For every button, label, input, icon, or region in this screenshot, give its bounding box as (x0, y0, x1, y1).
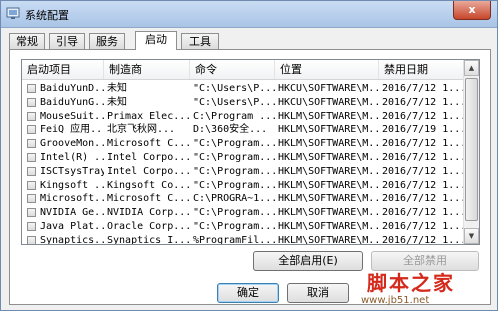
system-config-window: 系统配置 x 常规 引导 服务 启动 工具 启动项目 制造商 命令 位置 禁用日… (0, 0, 498, 311)
watermark-logo: 脚本之家 (367, 271, 455, 295)
table-cell: Kingsoft Co... (107, 179, 190, 191)
table-cell: HKLM\SOFTWARE\M... (278, 124, 379, 136)
scroll-thumb[interactable] (465, 78, 478, 221)
table-cell: Synaptics... (40, 234, 104, 245)
tab-boot[interactable]: 引导 (49, 33, 85, 49)
table-cell: ISCTsysTray (40, 165, 104, 177)
table-cell: HKLM\SOFTWARE\M... (278, 110, 379, 122)
table-cell: "C:\Users\P... (193, 96, 275, 108)
table-cell: HKLM\SOFTWARE\M... (278, 193, 379, 205)
column-location[interactable]: 位置 (275, 60, 379, 79)
scroll-up-icon[interactable]: ▲ (464, 60, 479, 76)
system-config-icon (6, 7, 20, 19)
tab-services[interactable]: 服务 (89, 33, 125, 49)
table-cell: HKLM\SOFTWARE\M... (278, 179, 379, 191)
title-bar[interactable]: 系统配置 x (1, 1, 497, 28)
table-cell: 2016/7/12 1... (382, 96, 464, 108)
table-cell: 2016/7/12 1... (382, 165, 464, 177)
table-cell: %ProgramFil... (193, 234, 275, 245)
column-startup-item[interactable]: 启动项目 (22, 60, 104, 79)
table-cell: BaiduYunD... (40, 83, 104, 94)
table-cell: NVIDIA Ge... (40, 207, 104, 219)
table-cell: "C:\Program... (193, 179, 275, 191)
tab-general[interactable]: 常规 (9, 33, 45, 49)
table-row[interactable]: MouseSuit...Primax Elec...C:\Program ...… (22, 110, 464, 124)
table-cell: D:\360安全... (193, 124, 268, 136)
table-cell: BaiduYunG... (40, 96, 104, 108)
table-cell: "C:\Program... (193, 152, 275, 163)
table-cell: Java Plat... (40, 221, 104, 232)
table-cell: 2016/7/12 1... (382, 221, 464, 232)
cancel-button[interactable]: 取消 (287, 283, 349, 303)
table-cell: 2016/7/12 1... (382, 207, 464, 219)
table-cell: NVIDIA Corp... (107, 207, 190, 219)
table-cell: HKCU\SOFTWARE\M... (278, 96, 379, 108)
table-cell: Microsoft C... (107, 138, 190, 150)
watermark-url: www.jb51.net (361, 295, 430, 306)
tab-startup[interactable]: 启动 (135, 31, 177, 50)
table-cell: HKLM\SOFTWARE\M... (278, 138, 379, 150)
table-cell: FeiQ 应用... (40, 124, 104, 136)
column-disabled-date[interactable]: 禁用日期 (379, 60, 464, 79)
table-cell: Kingsoft ... (40, 179, 104, 191)
table-row[interactable]: Kingsoft ...Kingsoft Co..."C:\Program...… (22, 179, 464, 193)
table-cell: 2016/7/12 1... (382, 152, 464, 163)
table-cell: C:\Program ... (193, 110, 275, 122)
ok-button[interactable]: 确定 (217, 283, 279, 303)
enable-all-button[interactable]: 全部启用(E) (253, 251, 363, 271)
column-command[interactable]: 命令 (190, 60, 275, 79)
table-cell: 2016/7/12 1... (382, 234, 464, 245)
table-row[interactable]: ISCTsysTray Intel Corpo... "C:\Program... H… (22, 165, 464, 179)
table-row[interactable]: FeiQ 应用... 北京飞秋网... D:\360安全... HKLM\SOFTWA… (22, 123, 464, 137)
tab-tools[interactable]: 工具 (181, 33, 219, 49)
table-cell: Primax Elec... (107, 110, 190, 122)
table-cell: 北京飞秋网... (107, 124, 176, 136)
table-cell: MouseSuit... (40, 110, 104, 122)
table-cell: 2016/7/12 1... (382, 110, 464, 122)
table-cell: "C:\Program... (193, 221, 275, 232)
table-row[interactable]: NVIDIA Ge...NVIDIA Corp..."C:\Program...… (22, 206, 464, 220)
table-cell: Oracle Corp... (107, 221, 190, 232)
table-cell: Intel(R) ... (40, 152, 104, 163)
table-cell: HKLM\SOFTWARE\M... (278, 165, 379, 177)
scroll-down-icon[interactable]: ▼ (464, 228, 479, 244)
table-cell: "C:\Program... (193, 138, 275, 150)
table-cell: 2016/7/19 1... (382, 124, 464, 136)
close-icon: x (468, 3, 476, 16)
vertical-scrollbar[interactable]: ▲ ▼ (463, 60, 479, 244)
table-row[interactable]: BaiduYunD...未知 "C:\Users\P...HKCU\SOFTWAR… (22, 82, 464, 96)
table-cell: "C:\Program... (193, 165, 275, 177)
table-cell: 2016/7/12 1... (382, 83, 464, 94)
table-row[interactable]: Microsoft...Microsoft C...C:\PROGRA~1...… (22, 192, 464, 206)
close-button[interactable]: x (453, 1, 491, 20)
table-row[interactable]: Synaptics...Synaptics I...%ProgramFil...… (22, 234, 464, 245)
table-row[interactable]: Java Plat...Oracle Corp..."C:\Program...… (22, 220, 464, 234)
table-cell: 未知 (107, 83, 127, 94)
table-cell: HKLM\SOFTWARE\M... (278, 234, 379, 245)
table-row[interactable]: GrooveMon...Microsoft C..."C:\Program...… (22, 137, 464, 151)
table-cell: "C:\Users\P... (193, 83, 275, 94)
table-cell: Intel Corpo... (107, 165, 190, 177)
table-row[interactable]: BaiduYunG...未知 "C:\Users\P...HKCU\SOFTWAR… (22, 96, 464, 110)
table-cell: 2016/7/12 1... (382, 193, 464, 205)
table-cell: Synaptics I... (107, 234, 190, 245)
column-manufacturer[interactable]: 制造商 (104, 60, 190, 79)
list-header: 启动项目 制造商 命令 位置 禁用日期 (22, 60, 464, 80)
table-cell: 2016/7/12 1... (382, 179, 464, 191)
table-cell: 未知 (107, 96, 127, 108)
table-row[interactable]: Intel(R) ...Intel Corpo..."C:\Program...… (22, 151, 464, 165)
table-cell: 2016/7/12 1... (382, 138, 464, 150)
table-cell: Microsoft... (40, 193, 104, 205)
startup-list[interactable]: 启动项目 制造商 命令 位置 禁用日期 BaiduYunD...未知 "C:\Us… (21, 59, 480, 245)
window-title: 系统配置 (25, 9, 69, 22)
table-cell: Intel Corpo... (107, 152, 190, 163)
table-cell: HKCU\SOFTWARE\M... (278, 83, 379, 94)
table-cell: Microsoft C... (107, 193, 190, 205)
table-cell: "C:\Program... (193, 207, 275, 219)
table-cell: HKLM\SOFTWARE\M... (278, 152, 379, 163)
table-cell: HKLM\SOFTWARE\M... (278, 207, 379, 219)
table-cell: GrooveMon... (40, 138, 104, 150)
table-cell: HKLM\SOFTWARE\M... (278, 221, 379, 232)
table-cell: C:\PROGRA~1... (193, 193, 275, 205)
